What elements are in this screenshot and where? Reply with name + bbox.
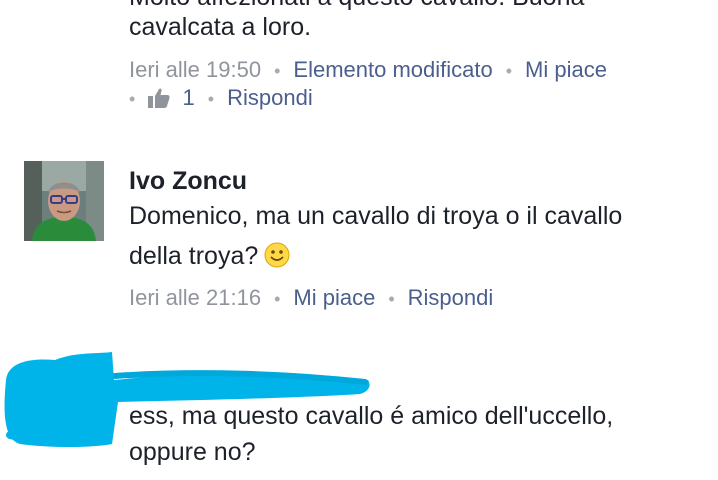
comment3-text-line1: ess, ma questo cavallo é amico dell'ucce… <box>129 402 614 430</box>
comment3-text-line2: oppure no? <box>129 438 256 466</box>
separator-dot: • <box>274 61 281 81</box>
avatar[interactable] <box>24 161 104 241</box>
comment1-like-button[interactable]: Mi piace <box>525 57 607 82</box>
redaction-scribble <box>0 340 380 450</box>
smiley-emoji-icon <box>264 242 290 275</box>
comment1-timestamp[interactable]: Ieri alle 19:50 <box>129 57 261 82</box>
comment2-reply-button[interactable]: Rispondi <box>408 285 494 310</box>
separator-dot: • <box>505 61 513 81</box>
separator-dot: • <box>207 89 215 109</box>
edited-label[interactable]: Elemento modificato <box>293 57 492 82</box>
comment1-text-line1: Molto affezionati a questo cavallo. Buon… <box>129 0 584 12</box>
comment2-timestamp[interactable]: Ieri alle 21:16 <box>129 285 261 310</box>
separator-dot: • <box>274 289 281 309</box>
comment1-meta-row: Ieri alle 19:50 • Elemento modificato • Mi p… <box>129 56 607 85</box>
comment2-text-line2-row: della troya? <box>129 241 290 275</box>
separator-dot: • <box>388 289 395 309</box>
comment1-like-count[interactable]: 1 <box>183 85 195 110</box>
comment1-text-line2: cavalcata a loro. <box>129 13 312 41</box>
comment1-reply-button[interactable]: Rispondi <box>227 85 313 110</box>
thumbs-up-icon[interactable] <box>148 87 170 115</box>
comment2-text-line2: della troya? <box>129 242 259 270</box>
comment2-like-button[interactable]: Mi piace <box>293 285 375 310</box>
comment2-text-line1: Domenico, ma un cavallo di troya o il ca… <box>129 202 623 230</box>
comment-thread: Molto affezionati a questo cavallo. Buon… <box>0 0 718 480</box>
comment2-author[interactable]: Ivo Zoncu <box>129 166 247 196</box>
comment1-meta-row2: • 1 • Rispondi <box>129 84 313 115</box>
separator-dot: • <box>129 89 136 109</box>
comment2-meta-row: Ieri alle 21:16 • Mi piace • Rispondi <box>129 284 493 313</box>
